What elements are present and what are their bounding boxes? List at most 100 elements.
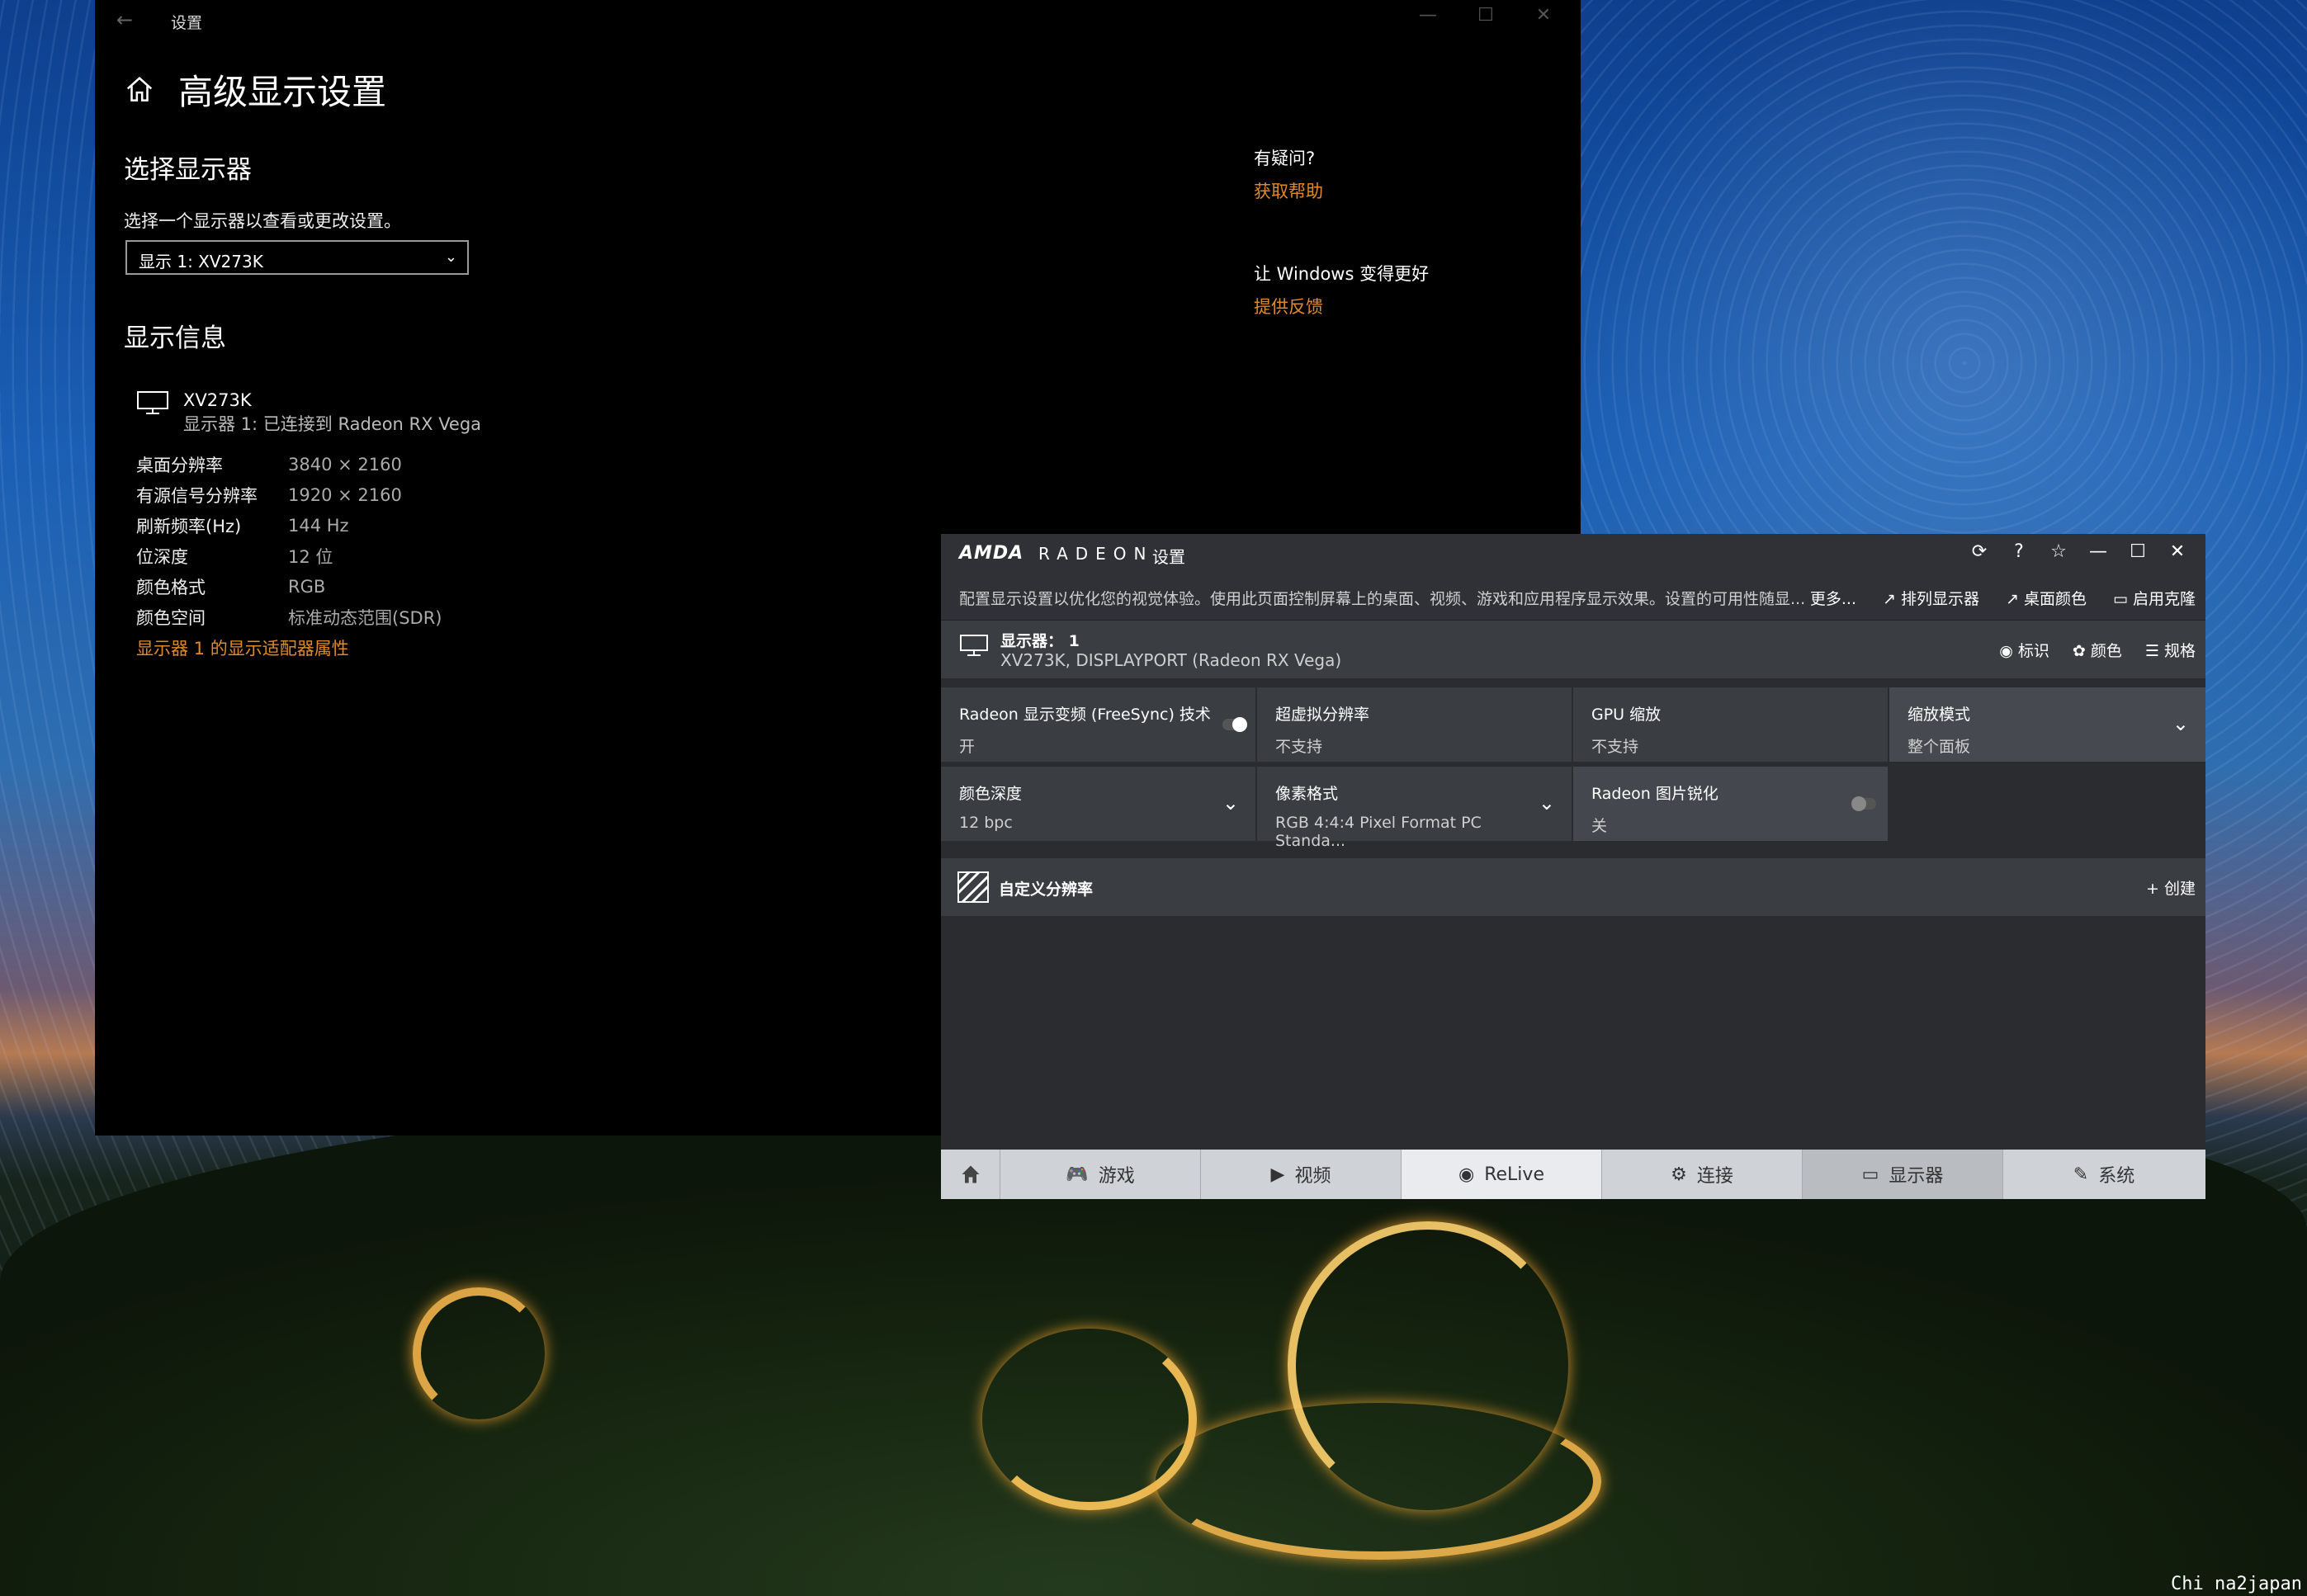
light-trail <box>413 1287 545 1419</box>
display-dropdown[interactable]: 显示 1: XV273K ⌄ <box>125 240 469 275</box>
gpu-scaling-tile: GPU 缩放 不支持 <box>1573 687 1888 762</box>
relive-icon: ◉ <box>1458 1164 1475 1185</box>
info-row: 桌面分辨率 3840 × 2160 <box>136 449 442 479</box>
identify-button[interactable]: ◉ 标识 <box>1999 639 2049 661</box>
improve-windows-label: 让 Windows 变得更好 <box>1254 264 1430 284</box>
monitor-icon: ▭ <box>1861 1164 1879 1185</box>
desktop-color-link[interactable]: ↗ 桌面颜色 <box>2006 587 2087 609</box>
tab-system[interactable]: ✎ 系统 <box>2003 1150 2205 1199</box>
display-dropdown-value: 显示 1: XV273K <box>139 252 263 272</box>
custom-resolution-bar: 自定义分辨率 + 创建 <box>941 858 2205 916</box>
enable-clone-label: 启用克隆 <box>2132 590 2196 608</box>
maximize-icon[interactable]: ☐ <box>2118 541 2158 562</box>
info-key: 颜色空间 <box>136 607 206 628</box>
info-key: 刷新频率(Hz) <box>136 516 242 536</box>
more-link[interactable]: 更多... <box>1810 587 1856 609</box>
vsr-tile: 超虚拟分辨率 不支持 <box>1257 687 1572 762</box>
freesync-tile[interactable]: Radeon 显示变频 (FreeSync) 技术 开 <box>941 687 1255 762</box>
help-icon[interactable]: ? <box>1999 541 2039 562</box>
minimize-icon[interactable]: — <box>1399 5 1457 26</box>
monitor-icon: ▭ <box>2112 590 2133 608</box>
wrench-icon: ✎ <box>2073 1164 2089 1185</box>
tile-label: 像素格式 <box>1275 785 1339 803</box>
arrange-displays-link[interactable]: ↗ 排列显示器 <box>1883 587 1979 609</box>
tab-label: ReLive <box>1484 1164 1544 1185</box>
tile-value: 关 <box>1591 817 1608 835</box>
refresh-icon[interactable]: ⟳ <box>1960 541 1999 562</box>
palette-icon: ✿ <box>2072 642 2091 660</box>
toggle-knob <box>1851 796 1866 811</box>
chevron-down-icon: ⌄ <box>1538 791 1555 815</box>
home-icon[interactable] <box>124 74 155 106</box>
enable-clone-link[interactable]: ▭ 启用克隆 <box>2113 587 2196 609</box>
tile-value: 12 bpc <box>959 814 1013 832</box>
info-value: 1920 × 2160 <box>288 484 402 505</box>
tile-label: 缩放模式 <box>1908 706 1971 724</box>
page-description: 配置显示设置以优化您的视觉体验。使用此页面控制屏幕上的桌面、视频、游戏和应用程序… <box>959 590 1806 608</box>
identify-label: 标识 <box>2017 642 2049 660</box>
image-sharpening-tile[interactable]: Radeon 图片锐化 关 <box>1573 767 1888 841</box>
amd-logo: AMDA <box>959 543 1024 564</box>
minimize-icon[interactable]: — <box>2078 541 2118 562</box>
specs-label: 规格 <box>2163 642 2196 660</box>
info-row: 位深度 12 位 <box>136 541 442 571</box>
list-icon: ☰ <box>2144 642 2164 660</box>
close-icon[interactable]: ✕ <box>1515 5 1572 26</box>
info-row: 刷新频率(Hz) 144 Hz <box>136 510 442 541</box>
watermark: Chi na2japan <box>2171 1574 2302 1594</box>
tab-connect[interactable]: ⚙ 连接 <box>1602 1150 1803 1199</box>
tile-label: 颜色深度 <box>959 785 1023 803</box>
monitor-name: XV273K <box>183 390 252 410</box>
get-help-link[interactable]: 获取帮助 <box>1254 178 1323 203</box>
info-value: 12 位 <box>288 546 333 567</box>
sharpening-toggle[interactable] <box>1851 796 1876 811</box>
chevron-down-icon: ⌄ <box>2172 712 2189 735</box>
adapter-properties-link[interactable]: 显示器 1 的显示适配器属性 <box>136 632 442 663</box>
select-display-heading: 选择显示器 <box>124 155 252 185</box>
tab-video[interactable]: ▶ 视频 <box>1201 1150 1402 1199</box>
info-row: 有源信号分辨率 1920 × 2160 <box>136 479 442 510</box>
info-key: 位深度 <box>136 546 188 567</box>
tile-label: GPU 缩放 <box>1591 706 1662 724</box>
display-number: 显示器： 1 <box>1000 632 1080 650</box>
tile-value: 不支持 <box>1591 738 1639 756</box>
arrow-icon: ↗ <box>2006 590 2024 608</box>
tab-display[interactable]: ▭ 显示器 <box>1803 1150 2003 1199</box>
tile-value: RGB 4:4:4 Pixel Format PC Standa... <box>1275 814 1482 850</box>
light-trail <box>1288 1221 1568 1510</box>
display-connection: XV273K, DISPLAYPORT (Radeon RX Vega) <box>1000 650 1342 670</box>
tab-gaming[interactable]: 🎮 游戏 <box>1000 1150 1201 1199</box>
feedback-link[interactable]: 提供反馈 <box>1254 294 1323 319</box>
tile-label: 超虚拟分辨率 <box>1275 706 1370 724</box>
color-depth-dropdown[interactable]: 颜色深度 12 bpc ⌄ <box>941 767 1255 841</box>
tab-label: 游戏 <box>1098 1166 1135 1187</box>
close-icon[interactable]: ✕ <box>2158 541 2197 562</box>
bottom-tab-bar: 🎮 游戏 ▶ 视频 ◉ ReLive ⚙ 连接 ▭ 显示器 ✎ 系统 <box>941 1150 2205 1199</box>
back-arrow-icon[interactable]: ← <box>116 8 133 31</box>
star-icon[interactable]: ☆ <box>2039 541 2078 562</box>
monitor-icon <box>137 391 168 414</box>
create-button[interactable]: + 创建 <box>2146 876 2196 899</box>
scaling-mode-dropdown[interactable]: 缩放模式 整个面板 ⌄ <box>1889 687 2205 762</box>
window-title: 设置 <box>171 14 203 32</box>
freesync-toggle[interactable] <box>1222 717 1247 732</box>
tab-home[interactable] <box>941 1150 1000 1199</box>
tab-relive[interactable]: ◉ ReLive <box>1402 1150 1602 1199</box>
arrange-displays-label: 排列显示器 <box>1900 590 1979 608</box>
gamepad-icon: 🎮 <box>1066 1164 1089 1185</box>
tab-label: 连接 <box>1696 1166 1733 1187</box>
maximize-icon[interactable]: ☐ <box>1457 5 1515 26</box>
specs-button[interactable]: ☰ 规格 <box>2145 639 2196 661</box>
connect-icon: ⚙ <box>1671 1164 1687 1185</box>
chevron-down-icon: ⌄ <box>1222 791 1239 815</box>
tab-label: 显示器 <box>1889 1166 1944 1187</box>
titlebar: ← 设置 — ☐ ✕ <box>95 0 1581 41</box>
info-value: 标准动态范围(SDR) <box>288 607 442 628</box>
monitor-connection: 显示器 1: 已连接到 Radeon RX Vega <box>183 414 482 434</box>
amd-radeon-window: AMDA RADEON 设置 ⟳ ? ☆ — ☐ ✕ 配置显示设置以优化您的视觉… <box>941 534 2205 1199</box>
pixel-format-dropdown[interactable]: 像素格式 RGB 4:4:4 Pixel Format PC Standa...… <box>1257 767 1572 850</box>
amd-description-bar: 配置显示设置以优化您的视觉体验。使用此页面控制屏幕上的桌面、视频、游戏和应用程序… <box>941 575 2205 620</box>
color-button[interactable]: ✿ 颜色 <box>2073 639 2122 661</box>
adapter-link-text: 显示器 1 的显示适配器属性 <box>136 638 349 659</box>
page-header: 高级显示设置 <box>124 64 386 115</box>
